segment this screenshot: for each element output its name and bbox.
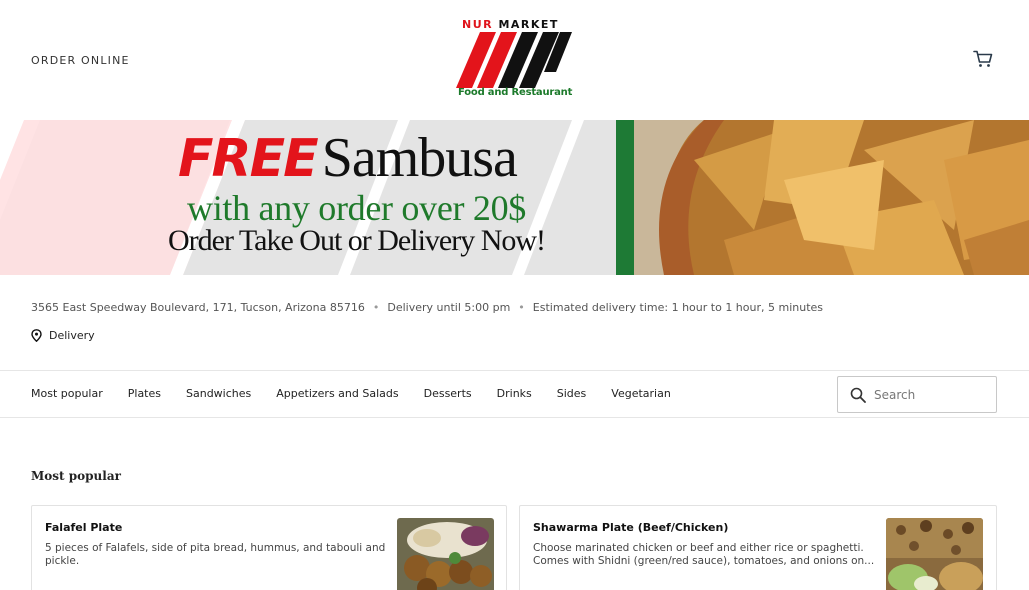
banner-green-bar [616, 120, 634, 275]
menu-item-title: Falafel Plate [45, 521, 123, 534]
tab-sides[interactable]: Sides [557, 387, 587, 400]
category-tabs: Most popular Plates Sandwiches Appetizer… [31, 387, 696, 400]
promo-headline: FREE Sambusa [178, 127, 518, 189]
menu-item-card[interactable]: Shawarma Plate (Beef/Chicken) Choose mar… [519, 505, 997, 590]
delivery-mode-label: Delivery [49, 329, 95, 342]
promo-condition: with any order over 20$ [187, 188, 527, 228]
promo-sambusa-text: Sambusa [321, 127, 518, 189]
tab-drinks[interactable]: Drinks [497, 387, 532, 400]
logo-tagline: Food and Restaurant [458, 87, 573, 98]
promo-banner[interactable]: FREE Sambusa with any order over 20$ Ord… [0, 120, 1029, 275]
delivery-mode-selector[interactable]: Delivery [31, 329, 95, 342]
search-box[interactable] [837, 376, 997, 413]
location-pin-icon [31, 329, 42, 342]
promo-free-text: FREE [178, 129, 319, 189]
menu-item-description: Choose marinated chicken or beef and eit… [533, 542, 875, 567]
category-nav: Most popular Plates Sandwiches Appetizer… [0, 370, 1029, 418]
menu-item-description: 5 pieces of Falafels, side of pita bread… [45, 542, 386, 567]
tab-most-popular[interactable]: Most popular [31, 387, 103, 400]
search-input[interactable] [874, 387, 984, 402]
separator-dot: • [518, 301, 525, 314]
shawarma-plate-photo [886, 518, 983, 590]
tab-sandwiches[interactable]: Sandwiches [186, 387, 251, 400]
store-address: 3565 East Speedway Boulevard, 171, Tucso… [31, 301, 365, 314]
logo-stripes-icon [456, 32, 572, 88]
sambusa-photo [634, 120, 1029, 275]
menu-item-title: Shawarma Plate (Beef/Chicken) [533, 521, 729, 534]
tab-appetizers-and-salads[interactable]: Appetizers and Salads [276, 387, 398, 400]
site-header: ORDER ONLINE NUR MARKET Food and Restaur… [0, 0, 1029, 120]
falafel-plate-photo [397, 518, 494, 590]
tab-desserts[interactable]: Desserts [424, 387, 472, 400]
restaurant-logo[interactable]: NUR MARKET Food and Restaurant [452, 16, 576, 104]
tab-plates[interactable]: Plates [128, 387, 161, 400]
order-online-link[interactable]: ORDER ONLINE [31, 54, 130, 67]
store-info: 3565 East Speedway Boulevard, 171, Tucso… [31, 301, 823, 314]
cart-icon[interactable] [973, 50, 993, 68]
delivery-hours: Delivery until 5:00 pm [387, 301, 511, 314]
logo-nur-text: NUR [462, 18, 494, 31]
estimated-delivery-time: Estimated delivery time: 1 hour to 1 hou… [532, 301, 824, 314]
section-title: Most popular [31, 469, 121, 483]
logo-wordmark: NUR MARKET [462, 18, 559, 31]
menu-item-card[interactable]: Falafel Plate 5 pieces of Falafels, side… [31, 505, 507, 590]
separator-dot: • [372, 301, 380, 314]
logo-market-text: MARKET [498, 18, 559, 31]
promo-cta-text: Order Take Out or Delivery Now! [168, 224, 546, 257]
tab-vegetarian[interactable]: Vegetarian [611, 387, 671, 400]
search-icon [850, 387, 866, 403]
